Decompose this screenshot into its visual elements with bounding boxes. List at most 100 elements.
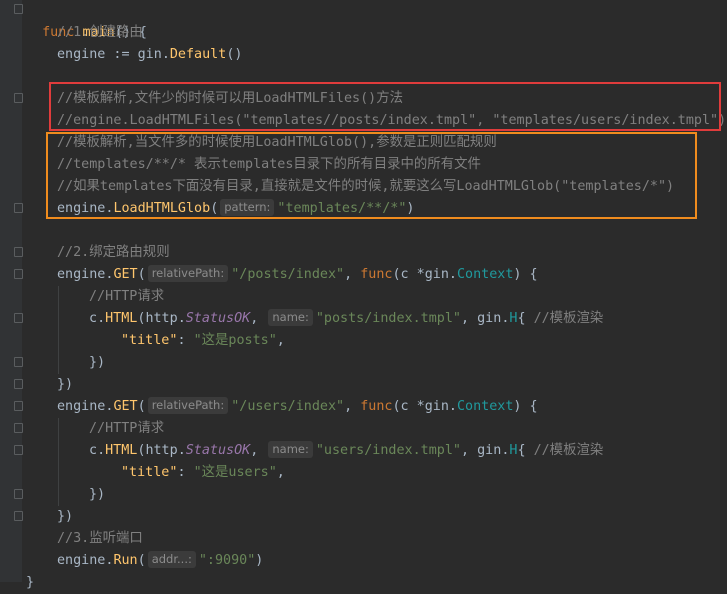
code-line-12[interactable]: //2.绑定路由规则 bbox=[57, 242, 170, 264]
constant: StatusOK bbox=[185, 311, 251, 326]
code-line-17[interactable]: }) bbox=[89, 352, 105, 374]
fold-marker-icon[interactable] bbox=[14, 423, 23, 433]
code-line-18[interactable]: }) bbox=[57, 374, 73, 396]
map-key: "title" bbox=[121, 465, 178, 480]
code-line-5[interactable]: //模板解析,文件少的时候可以用LoadHTMLFiles()方法 bbox=[57, 88, 403, 110]
parameter: c * bbox=[400, 267, 425, 282]
code-line-16[interactable]: "title": "这是posts", bbox=[121, 330, 285, 352]
comment: //HTTP请求 bbox=[89, 289, 165, 304]
keyword: func bbox=[360, 399, 393, 414]
fold-marker-icon[interactable] bbox=[14, 203, 23, 213]
string-literal: ":9090" bbox=[198, 553, 256, 568]
code-line-14[interactable]: //HTTP请求 bbox=[89, 286, 164, 308]
code-line-27[interactable]: } bbox=[26, 572, 34, 594]
code-line-9[interactable]: //如果templates下面没有目录,直接就是文件的时候,就要这么写LoadH… bbox=[57, 176, 674, 198]
type-name: Context bbox=[456, 267, 514, 282]
type-name: H bbox=[509, 443, 518, 458]
code-line-26[interactable]: engine.Run(addr...: ":9090") bbox=[57, 550, 263, 572]
function-call: GET bbox=[113, 267, 138, 282]
fold-marker-icon[interactable] bbox=[14, 379, 23, 389]
type-name: H bbox=[509, 311, 518, 326]
string-literal: "/posts/index" bbox=[231, 267, 345, 282]
fold-marker-icon[interactable] bbox=[14, 93, 23, 103]
code-text: }) bbox=[57, 377, 74, 392]
parameter-hint: pattern: bbox=[220, 199, 275, 216]
string-literal: "users/index.tmpl" bbox=[315, 443, 461, 458]
variable: engine bbox=[57, 399, 106, 414]
function-call: HTML bbox=[105, 443, 138, 458]
comment: //HTTP请求 bbox=[89, 421, 165, 436]
comment: //模板解析,当文件多的时候使用LoadHTMLGlob(),参数是正则匹配规则 bbox=[57, 135, 497, 150]
comment: //templates/**/* 表示templates目录下的所有目录中的所有… bbox=[57, 157, 481, 172]
code-line-21[interactable]: c.HTML(http.StatusOK, name: "users/index.… bbox=[89, 440, 603, 462]
code-line-23[interactable]: }) bbox=[89, 484, 105, 506]
function-call: Default bbox=[169, 47, 227, 62]
comment: //模板解析,文件少的时候可以用LoadHTMLFiles()方法 bbox=[57, 91, 403, 106]
string-literal: "/users/index" bbox=[231, 399, 345, 414]
constant: StatusOK bbox=[185, 443, 251, 458]
parameter-hint: relativePath: bbox=[147, 265, 229, 282]
comment: //1.创建路由 bbox=[57, 25, 143, 40]
string-literal: "templates/**/*" bbox=[277, 201, 407, 216]
function-call: GET bbox=[113, 399, 138, 414]
comment: //如果templates下面没有目录,直接就是文件的时候,就要这么写LoadH… bbox=[57, 179, 675, 194]
code-line-1[interactable]: func main() { bbox=[26, 0, 147, 40]
fold-marker-icon[interactable] bbox=[14, 357, 23, 367]
code-line-22[interactable]: "title": "这是users", bbox=[121, 462, 285, 484]
string-literal: "这是posts" bbox=[193, 333, 277, 348]
code-text: }) bbox=[89, 487, 106, 502]
comment: //2.绑定路由规则 bbox=[57, 245, 170, 260]
package: gin bbox=[137, 47, 162, 62]
code-line-10[interactable]: engine.LoadHTMLGlob(pattern: "templates/*… bbox=[57, 198, 414, 220]
code-line-3[interactable]: engine := gin.Default() bbox=[57, 44, 242, 66]
code-line-6[interactable]: //engine.LoadHTMLFiles("templates//posts… bbox=[57, 110, 726, 132]
code-line-19[interactable]: engine.GET(relativePath: "/users/index", … bbox=[57, 396, 538, 418]
parameter-hint: name: bbox=[268, 309, 313, 326]
fold-marker-icon[interactable] bbox=[14, 445, 23, 455]
code-line-8[interactable]: //templates/**/* 表示templates目录下的所有目录中的所有… bbox=[57, 154, 481, 176]
function-call: Run bbox=[113, 553, 138, 568]
package: http bbox=[145, 311, 178, 326]
code-text: () bbox=[226, 47, 243, 62]
code-text: ) bbox=[255, 553, 264, 568]
variable: engine bbox=[57, 201, 106, 216]
parameter-hint: name: bbox=[268, 441, 313, 458]
fold-marker-icon[interactable] bbox=[14, 313, 23, 323]
parameter-hint: relativePath: bbox=[147, 397, 229, 414]
fold-marker-icon[interactable] bbox=[14, 489, 23, 499]
package: gin bbox=[477, 311, 502, 326]
fold-marker-icon[interactable] bbox=[14, 401, 23, 411]
package: http bbox=[145, 443, 178, 458]
variable: engine bbox=[57, 553, 106, 568]
fold-marker-icon[interactable] bbox=[14, 269, 23, 279]
code-line-25[interactable]: //3.监听端口 bbox=[57, 528, 143, 550]
indent-guide bbox=[58, 418, 59, 506]
code-text: ) { bbox=[513, 399, 538, 414]
comment: //模板渲染 bbox=[533, 311, 604, 326]
fold-marker-icon[interactable] bbox=[14, 247, 23, 257]
code-line-7[interactable]: //模板解析,当文件多的时候使用LoadHTMLGlob(),参数是正则匹配规则 bbox=[57, 132, 497, 154]
parameter-hint: addr...: bbox=[147, 551, 196, 568]
code-line-15[interactable]: c.HTML(http.StatusOK, name: "posts/index.… bbox=[89, 308, 603, 330]
code-text: ) bbox=[406, 201, 415, 216]
code-text: } bbox=[26, 575, 35, 590]
code-line-13[interactable]: engine.GET(relativePath: "/posts/index", … bbox=[57, 264, 538, 286]
function-call: HTML bbox=[105, 311, 138, 326]
code-text: }) bbox=[57, 509, 74, 524]
fold-marker-icon[interactable] bbox=[14, 4, 23, 14]
comment: //模板渲染 bbox=[533, 443, 604, 458]
code-line-24[interactable]: }) bbox=[57, 506, 73, 528]
code-text: }) bbox=[89, 355, 106, 370]
string-literal: "这是users" bbox=[193, 465, 277, 480]
package: gin bbox=[424, 267, 449, 282]
variable: engine bbox=[57, 267, 106, 282]
keyword: func bbox=[360, 267, 393, 282]
variable: c bbox=[89, 311, 98, 326]
fold-marker-icon[interactable] bbox=[14, 511, 23, 521]
parameter: c * bbox=[400, 399, 425, 414]
string-literal: "posts/index.tmpl" bbox=[315, 311, 461, 326]
function-call: LoadHTMLGlob bbox=[113, 201, 211, 216]
code-line-20[interactable]: //HTTP请求 bbox=[89, 418, 164, 440]
variable: engine bbox=[57, 47, 106, 62]
code-line-2[interactable]: //1.创建路由 bbox=[57, 22, 143, 44]
